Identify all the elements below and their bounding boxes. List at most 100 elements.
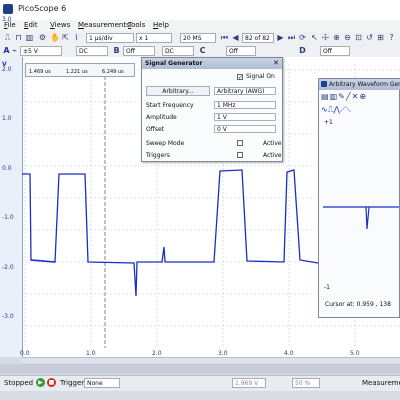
measurements-label: Measureme bbox=[362, 379, 400, 387]
next-buffer-icon[interactable]: ▶ bbox=[276, 33, 285, 42]
channel-b-coupling-select[interactable]: DC bbox=[162, 46, 194, 56]
offset-label: Offset bbox=[146, 126, 165, 133]
last-buffer-icon[interactable]: ⏭ bbox=[287, 33, 296, 42]
waveform-icon[interactable]: ⌇ bbox=[72, 33, 81, 42]
zoom-select[interactable]: x 1 bbox=[136, 33, 172, 43]
zoom-region-icon[interactable]: ⊞ bbox=[376, 33, 385, 42]
awg-y-top: +1 bbox=[324, 119, 333, 126]
awg-save-icon[interactable]: ▥ bbox=[330, 92, 339, 101]
refresh-icon[interactable]: ⟳ bbox=[298, 33, 307, 42]
prev-buffer-icon[interactable]: ◀ bbox=[231, 33, 240, 42]
close-icon[interactable]: ✕ bbox=[273, 59, 279, 67]
signal-on-checkbox[interactable]: ✓ bbox=[237, 74, 243, 81]
ruler-delta: 6.249 us bbox=[102, 69, 124, 75]
trigger-level-field[interactable]: 1.969 V bbox=[232, 378, 266, 388]
trigger-position-field[interactable]: 50 % bbox=[292, 378, 320, 388]
x-tick-label: 3.0 bbox=[218, 350, 228, 357]
first-buffer-icon[interactable]: ⏮ bbox=[220, 33, 229, 42]
overview-strip bbox=[0, 364, 400, 374]
channel-c-label: C bbox=[199, 46, 206, 55]
signal-on-label: Signal On bbox=[246, 73, 275, 80]
ruler-icon[interactable]: ⇱ bbox=[61, 33, 70, 42]
menu-help[interactable]: Help bbox=[153, 21, 169, 29]
window-title: PicoScope 6 bbox=[18, 4, 67, 13]
scope-mode-icon[interactable]: ⎍ bbox=[3, 33, 12, 42]
ruler-t2: 1.221 us bbox=[66, 69, 88, 75]
channel-a-probe-icon[interactable]: ⌁ bbox=[10, 46, 19, 55]
trigger-mode-select[interactable]: None bbox=[84, 378, 120, 388]
awg-title: Arbitrary Waveform Generator bbox=[319, 79, 400, 90]
channel-b-label: B bbox=[113, 46, 120, 55]
zoom-in-icon[interactable]: ⊕ bbox=[332, 33, 341, 42]
undo-zoom-icon[interactable]: ↺ bbox=[365, 33, 374, 42]
timebase-select[interactable]: 1 µs/div bbox=[86, 33, 134, 43]
x-tick-label: 5.0 bbox=[350, 350, 360, 357]
run-state-label: Stopped bbox=[4, 379, 34, 387]
time-scrollbar[interactable] bbox=[22, 357, 400, 363]
start-frequency-field[interactable]: 1 MHz bbox=[214, 101, 276, 109]
pan-icon[interactable]: ☩ bbox=[321, 33, 330, 42]
ruler-legend[interactable]: 1.469 us 1.221 us 6.249 us bbox=[25, 63, 135, 77]
hand-tool-icon[interactable]: ✋ bbox=[50, 33, 60, 42]
start-icon[interactable]: ▶ bbox=[36, 378, 45, 387]
amplitude-label: Amplitude bbox=[146, 114, 177, 121]
channel-d-range-select[interactable]: Off bbox=[320, 46, 350, 56]
buffer-navigator[interactable]: 82 of 82 bbox=[242, 33, 274, 43]
y-tick-label: 2.0 bbox=[2, 65, 12, 73]
awg-app-icon bbox=[321, 81, 327, 87]
menu-tools[interactable]: Tools bbox=[128, 21, 145, 29]
samples-select[interactable]: 20 MS bbox=[180, 33, 216, 43]
channel-c-range-select[interactable]: Off bbox=[226, 46, 256, 56]
y-axis: V bbox=[0, 57, 23, 357]
zoom-out-icon[interactable]: ⊖ bbox=[343, 33, 352, 42]
awg-sine-icon[interactable]: ∿ bbox=[321, 105, 328, 114]
arbitrary-button[interactable]: Arbitrary... bbox=[146, 86, 210, 96]
awg-shapes-toolbar: ∿⎍⋀⟋⟍ bbox=[321, 105, 399, 115]
triggers-label: Triggers bbox=[146, 152, 170, 159]
amplitude-field[interactable]: 1 V bbox=[214, 113, 276, 121]
menu-measurements[interactable]: Measurements bbox=[78, 21, 130, 29]
status-bar: Stopped ▶ ■ Trigger None 1.969 V 50 % Me… bbox=[0, 375, 400, 391]
help-icon[interactable]: ? bbox=[387, 33, 396, 42]
awg-y-bottom: -1 bbox=[324, 284, 330, 291]
awg-toolbar: ▤▥✎╱✕⊕ bbox=[321, 92, 399, 102]
x-tick-label: 2.0 bbox=[152, 350, 162, 357]
sweep-mode-checkbox[interactable] bbox=[237, 140, 243, 146]
x-tick-label: 4.0 bbox=[284, 350, 294, 357]
awg-plot[interactable] bbox=[323, 127, 399, 279]
menu-edit[interactable]: Edit bbox=[24, 21, 38, 29]
awg-open-icon[interactable]: ▤ bbox=[321, 92, 330, 101]
app-icon bbox=[3, 4, 13, 14]
signal-generator-dialog: Signal Generator ✕ ✓ Signal On Arbitrary… bbox=[141, 57, 283, 162]
main-toolbar: ⎍ ⊓ ▥ ⚙ ✋ ⇱ ⌇ 1 µs/div x 1 20 MS ⏮ ◀ 82 … bbox=[0, 31, 400, 46]
zoom-fit-icon[interactable]: ⊡ bbox=[354, 33, 363, 42]
start-frequency-label: Start Frequency bbox=[146, 102, 194, 109]
menu-bar: File Edit Views Measurements Tools Help bbox=[0, 20, 400, 31]
persistence-mode-icon[interactable]: ⊓ bbox=[14, 33, 23, 42]
wave-type-select[interactable]: Arbitrary (AWG) bbox=[214, 87, 276, 95]
sweep-active-label: Active bbox=[263, 140, 282, 147]
trigger-label: Trigger bbox=[60, 379, 85, 387]
channel-options-icon[interactable]: ⚙ bbox=[38, 33, 47, 42]
channel-a-trace bbox=[22, 169, 319, 297]
y-tick-label: -1.0 bbox=[2, 214, 14, 221]
awg-pencil-icon[interactable]: ✎ bbox=[338, 92, 346, 101]
awg-ramp-down-icon[interactable]: ⟍ bbox=[345, 105, 351, 114]
title-bar: PicoScope 6 bbox=[0, 0, 400, 21]
offset-field[interactable]: 0 V bbox=[214, 125, 276, 133]
triggers-active-label: Active bbox=[263, 152, 282, 159]
stop-icon[interactable]: ■ bbox=[47, 378, 56, 387]
awg-zoom-icon[interactable]: ⊕ bbox=[359, 92, 367, 101]
channel-b-range-select[interactable]: Off bbox=[123, 46, 155, 56]
y-tick-label: 1.0 bbox=[2, 115, 12, 122]
ruler-t1: 1.469 us bbox=[29, 69, 51, 75]
channel-a-range-select[interactable]: ±5 V bbox=[20, 46, 62, 56]
pointer-icon[interactable]: ↖ bbox=[310, 33, 319, 42]
channel-a-coupling-select[interactable]: DC bbox=[76, 46, 108, 56]
triggers-checkbox[interactable] bbox=[237, 152, 243, 158]
awg-cursor-readout: Cursor at: 0.959 , 138 bbox=[325, 301, 391, 308]
spectrum-mode-icon[interactable]: ▥ bbox=[25, 33, 34, 42]
y-tick-label: 3.0 bbox=[2, 16, 12, 23]
y-tick-label: -3.0 bbox=[2, 313, 14, 320]
menu-views[interactable]: Views bbox=[50, 21, 70, 29]
